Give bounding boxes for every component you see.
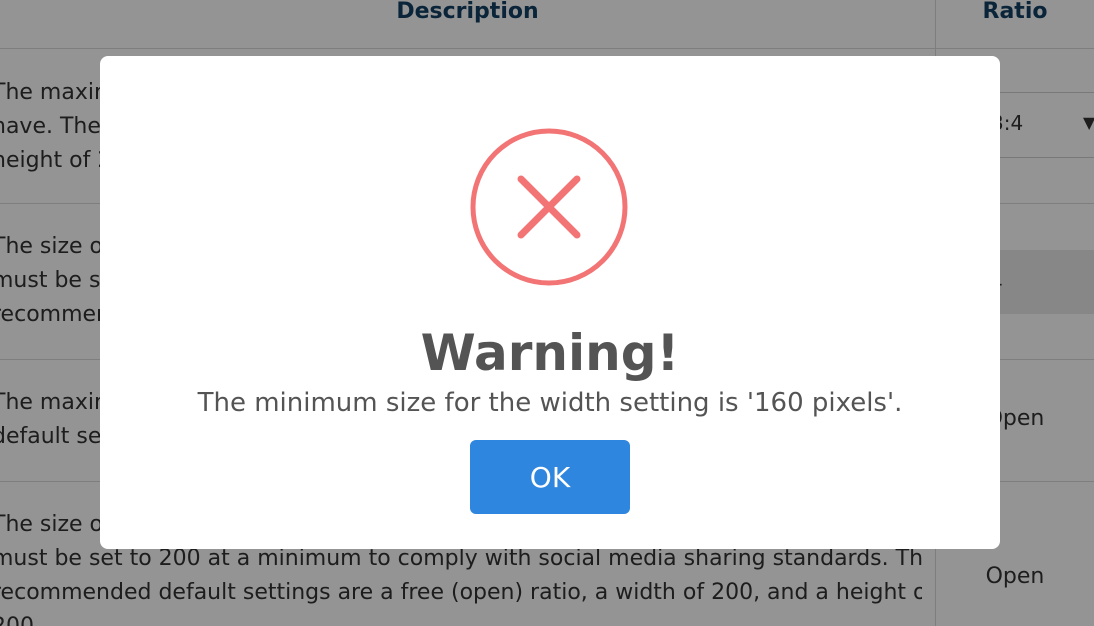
error-x-icon (470, 128, 628, 286)
warning-dialog: Warning! The minimum size for the width … (100, 56, 1000, 549)
page: Description Ratio The maxim have. The he… (0, 0, 1094, 626)
ok-button[interactable]: OK (470, 440, 630, 514)
dialog-message: The minimum size for the width setting i… (197, 388, 903, 418)
dialog-title: Warning! (420, 324, 680, 382)
